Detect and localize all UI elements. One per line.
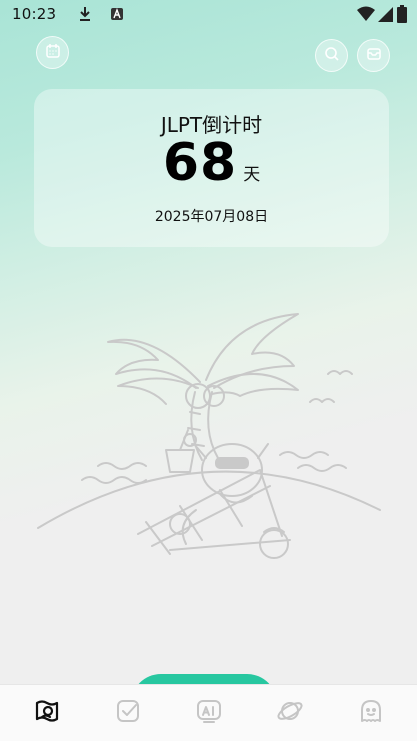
- tab-discover[interactable]: [266, 689, 314, 737]
- calendar-button[interactable]: [36, 36, 69, 69]
- inbox-icon: [366, 46, 382, 66]
- photo-card-icon: [33, 697, 61, 729]
- search-icon: [324, 46, 340, 66]
- bottom-tab-bar: [0, 684, 417, 741]
- countdown-card[interactable]: JLPT倒计时 68 天 2025年07月08日: [34, 89, 389, 247]
- days-row: 68 天: [34, 133, 389, 193]
- days-remaining: 68: [162, 133, 238, 193]
- exam-date: 2025年07月08日: [154, 209, 269, 225]
- tab-ai[interactable]: [185, 689, 233, 737]
- planet-icon: [276, 697, 304, 729]
- tab-profile[interactable]: [347, 689, 395, 737]
- signal-icon: [378, 6, 394, 26]
- tab-home[interactable]: [23, 689, 71, 737]
- beach-palm-relax-illustration: [37, 313, 381, 559]
- days-unit: 天: [243, 165, 261, 185]
- status-bar: 10:23: [0, 0, 417, 28]
- a-badge-icon: [110, 6, 124, 22]
- tab-tasks[interactable]: [104, 689, 152, 737]
- calendar-icon: [45, 43, 61, 63]
- download-icon: [78, 6, 92, 22]
- search-button[interactable]: [315, 39, 348, 72]
- wifi-icon: [357, 6, 375, 26]
- status-right-icons: [357, 5, 407, 27]
- ghost-icon: [357, 697, 385, 729]
- checkbox-icon: [114, 697, 142, 729]
- ai-icon: [195, 697, 223, 729]
- inbox-button[interactable]: [357, 39, 390, 72]
- battery-icon: [397, 5, 407, 27]
- status-time: 10:23: [12, 5, 57, 23]
